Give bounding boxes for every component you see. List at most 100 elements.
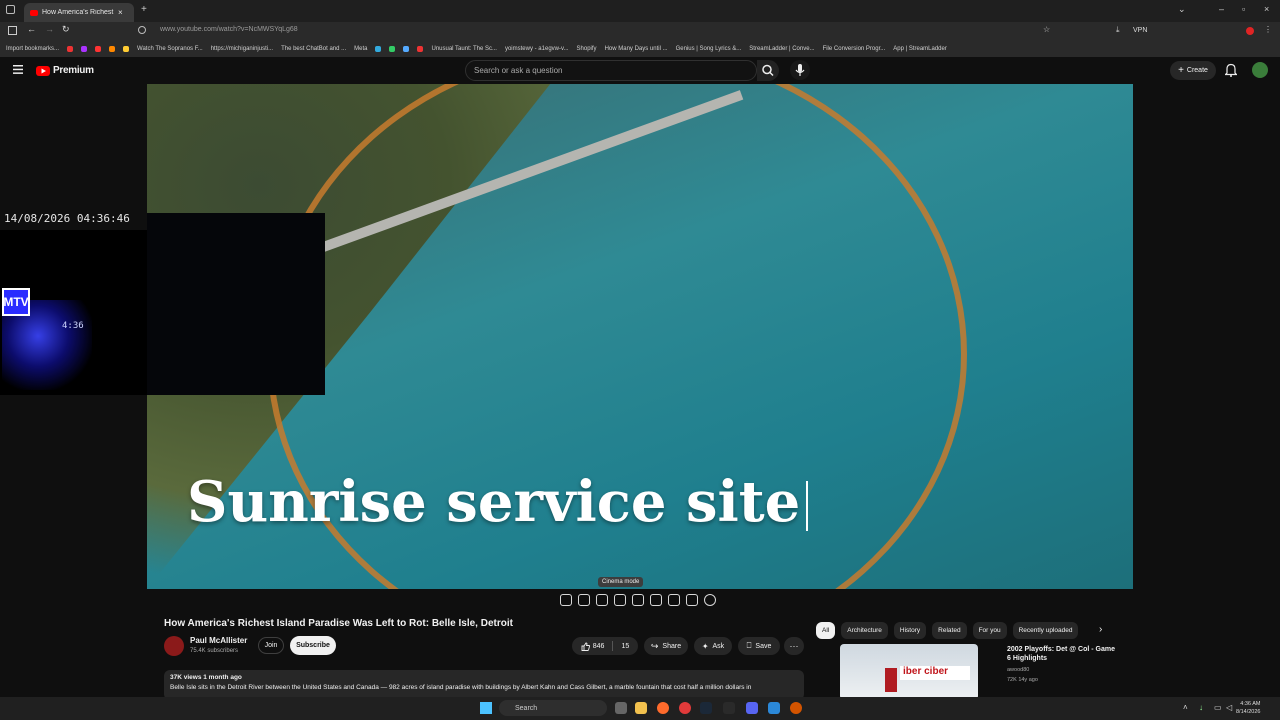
notifications-button[interactable] xyxy=(1225,63,1237,77)
bookmark-item[interactable]: Import bookmarks... xyxy=(6,46,59,52)
subscribe-button[interactable]: Subscribe xyxy=(290,636,336,655)
screenshot-icon[interactable] xyxy=(686,594,698,606)
cinema-mode-icon[interactable] xyxy=(614,594,626,606)
sidebar-icon[interactable] xyxy=(8,26,17,35)
taskbar-search[interactable]: Search xyxy=(499,700,607,716)
avatar[interactable] xyxy=(1252,62,1268,78)
share-label: Share xyxy=(662,642,682,650)
chevron-right-icon[interactable]: › xyxy=(1099,624,1102,635)
bookmark-favicon-icon[interactable] xyxy=(389,46,396,52)
bookmark-item[interactable]: File Conversion Progr... xyxy=(823,46,886,52)
join-button[interactable]: Join xyxy=(258,637,284,654)
bookmark-favicon-icon[interactable] xyxy=(417,46,424,52)
volume-icon[interactable]: ◁ xyxy=(1226,703,1232,712)
reload-icon[interactable]: ↻ xyxy=(62,24,70,35)
search-input[interactable]: Search or ask a question xyxy=(465,60,757,81)
close-window-icon[interactable]: × xyxy=(1264,4,1269,14)
expand-icon[interactable] xyxy=(668,594,680,606)
settings-gear-icon[interactable] xyxy=(704,594,716,606)
tab-actions-icon[interactable] xyxy=(6,5,15,14)
tab-title: How America's Richest Isla xyxy=(42,9,114,16)
system-tray-icon[interactable]: ↓ xyxy=(1199,703,1203,712)
vpn-badge[interactable]: VPN xyxy=(1133,27,1147,34)
extension-icon[interactable] xyxy=(1246,27,1254,35)
voice-search-button[interactable] xyxy=(790,60,810,80)
sparkle-icon: ✦ xyxy=(701,641,709,651)
bookmark-favicon-icon[interactable] xyxy=(375,46,382,52)
recommendation-thumbnail[interactable]: iber ciber xyxy=(840,644,978,700)
bookmark-item[interactable]: Genius | Song Lyrics &... xyxy=(676,46,742,52)
recommendation-channel[interactable]: awood80 xyxy=(1007,667,1029,673)
hamburger-menu-icon[interactable] xyxy=(13,65,23,74)
browser-tab[interactable]: How America's Richest Isla × xyxy=(24,3,134,22)
bookmark-item[interactable]: StreamLadder | Conve... xyxy=(749,46,814,52)
file-explorer-icon[interactable] xyxy=(635,702,647,714)
theater-icon[interactable] xyxy=(596,594,608,606)
like-dislike-group: 846 15 xyxy=(572,637,638,655)
create-button[interactable]: + Create xyxy=(1170,61,1216,80)
bookmark-star-icon[interactable]: ☆ xyxy=(1043,25,1050,34)
description-box[interactable]: 37K views 1 month ago Belle Isle sits in… xyxy=(164,670,804,700)
maximize-icon[interactable]: ▫ xyxy=(1242,4,1245,14)
minimize-icon[interactable]: – xyxy=(1219,4,1224,14)
chip-architecture[interactable]: Architecture xyxy=(841,622,888,639)
forward-icon[interactable]: → xyxy=(45,24,54,34)
bookmark-favicon-icon[interactable] xyxy=(403,46,410,52)
bookmark-item[interactable]: yoimstewy - a1egvw-v... xyxy=(505,46,569,52)
like-button[interactable]: 846 xyxy=(581,642,604,651)
bookmark-favicon-icon[interactable] xyxy=(67,46,74,52)
bookmark-favicon-icon[interactable] xyxy=(123,46,130,52)
loop-icon[interactable] xyxy=(560,594,572,606)
windows-start-icon[interactable] xyxy=(480,702,492,714)
new-tab-icon[interactable]: + xyxy=(141,4,147,15)
bookmark-item[interactable]: App | StreamLadder xyxy=(893,46,947,52)
bookmark-item[interactable]: The best ChatBot and ... xyxy=(281,46,346,52)
browser-app-icon[interactable] xyxy=(790,702,802,714)
bookmark-item[interactable]: Unusual Taunt: The Sc... xyxy=(431,46,496,52)
site-info-icon[interactable] xyxy=(138,26,146,34)
app-icon[interactable] xyxy=(768,702,780,714)
share-button[interactable]: ↪ Share xyxy=(644,637,688,655)
taskbar-clock[interactable]: 4:36 AM 8/14/2026 xyxy=(1236,700,1260,716)
channel-avatar[interactable] xyxy=(164,636,184,656)
more-actions-button[interactable]: ··· xyxy=(784,637,804,655)
bookmark-item[interactable]: Watch The Sopranos F... xyxy=(137,46,203,52)
ask-button[interactable]: ✦ Ask xyxy=(694,637,732,655)
search-button[interactable] xyxy=(757,60,779,81)
recommendation-title[interactable]: 2002 Playoffs: Det @ Col - Game 6 Highli… xyxy=(1007,645,1117,663)
tab-close-icon[interactable]: × xyxy=(118,8,123,17)
firefox-icon[interactable] xyxy=(657,702,669,714)
bookmark-item[interactable]: https://michiganinjusti... xyxy=(211,46,273,52)
tab-search-icon[interactable]: ⌄ xyxy=(1178,4,1186,15)
bookmark-favicon-icon[interactable] xyxy=(109,46,116,52)
bookmark-favicon-icon[interactable] xyxy=(95,46,102,52)
steam-icon[interactable] xyxy=(700,702,712,714)
bookmark-item[interactable]: Meta xyxy=(354,46,367,52)
chevron-up-icon[interactable]: ˄ xyxy=(1183,703,1188,712)
url-input[interactable]: www.youtube.com/watch?v=NcMWSYqLg68 xyxy=(160,26,298,33)
speed-icon[interactable] xyxy=(650,594,662,606)
chip-recently-uploaded[interactable]: Recently uploaded xyxy=(1012,622,1079,639)
bookmark-item[interactable]: How Many Days until ... xyxy=(605,46,668,52)
chip-related[interactable]: Related xyxy=(932,622,967,639)
chip-for-you[interactable]: For you xyxy=(972,622,1007,639)
discord-icon[interactable] xyxy=(746,702,758,714)
back-icon[interactable]: ← xyxy=(27,24,36,34)
network-icon[interactable]: ▭ xyxy=(1214,703,1222,712)
bookmark-item[interactable]: Shopify xyxy=(577,46,597,52)
task-view-icon[interactable] xyxy=(615,702,627,714)
chip-history[interactable]: History xyxy=(893,622,927,639)
dislike-button[interactable]: 15 xyxy=(621,643,629,650)
epic-games-icon[interactable] xyxy=(723,702,735,714)
bookmark-favicon-icon[interactable] xyxy=(81,46,88,52)
chip-all[interactable]: All xyxy=(816,622,836,639)
cinema-mode-tooltip: Cinema mode xyxy=(598,577,644,587)
youtube-logo[interactable]: Premium xyxy=(36,65,94,76)
channel-name[interactable]: Paul McAllister xyxy=(190,636,247,645)
menu-icon[interactable]: ⋮ xyxy=(1264,25,1272,34)
download-icon[interactable]: ⤓ xyxy=(1116,25,1120,35)
opera-icon[interactable] xyxy=(679,702,691,714)
audio-icon[interactable] xyxy=(578,594,590,606)
save-button[interactable]: ⎕ Save xyxy=(738,637,780,655)
picture-in-picture-icon[interactable] xyxy=(632,594,644,606)
